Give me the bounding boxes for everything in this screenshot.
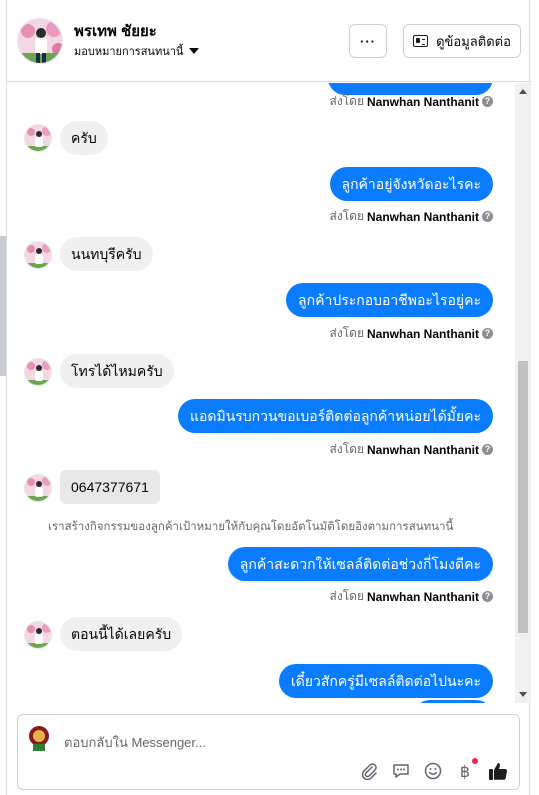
help-icon[interactable]: ? (482, 211, 493, 222)
saved-replies-icon[interactable] (390, 760, 412, 782)
sent-by-label: ส่งโดย Nanwhan Nanthanit ? (330, 440, 493, 459)
sent-by-label: ส่งโดย Nanwhan Nanthanit ? (330, 587, 493, 606)
attachment-icon[interactable] (358, 760, 380, 782)
scroll-down-arrow-icon[interactable] (519, 692, 527, 697)
baht-symbol: ฿ (459, 761, 471, 781)
message-scrollbar[interactable] (515, 83, 531, 703)
view-contact-label: ดูข้อมูลติดต่อ (436, 33, 511, 49)
scrollbar-thumb[interactable] (518, 361, 528, 633)
reply-composer[interactable]: ตอบกลับใน Messenger... ฿ (17, 714, 520, 790)
notification-dot (472, 758, 478, 764)
contact-avatar-small (24, 621, 52, 649)
sent-by-prefix: ส่งโดย (329, 209, 364, 223)
outgoing-message[interactable]: ลูกค้าสะดวกให้เซลล์ติดต่อช่วงกี่โมงดีคะ (227, 547, 493, 581)
outgoing-message[interactable]: ลูกค้าอยู่จังหวัดอะไรคะ (329, 167, 493, 201)
thumbs-up-icon[interactable] (487, 760, 509, 782)
sent-by-label: ส่งโดย Nanwhan Nanthanit ? (330, 207, 493, 226)
sent-by-agent: Nanwhan Nanthanit (366, 326, 479, 341)
outgoing-message[interactable]: แอดมินรบกวนขอเบอร์ติดต่อลูกค้าหน่อยได้มั… (177, 399, 493, 433)
sent-by-prefix: ส่งโดย (329, 442, 364, 456)
contact-avatar-small (24, 241, 52, 269)
scroll-up-arrow-icon[interactable] (519, 89, 527, 94)
outgoing-message[interactable]: เดี๋ยวสักครู่มีเซลล์ติดต่อไปนะคะ (278, 664, 493, 698)
sent-by-agent: Nanwhan Nanthanit (366, 209, 479, 224)
sent-by-prefix: ส่งโดย (329, 589, 364, 603)
page-avatar (27, 724, 51, 752)
incoming-message[interactable]: ตอนนี้ได้เลยครับ (60, 617, 183, 651)
help-icon[interactable]: ? (482, 444, 493, 455)
help-icon[interactable]: ? (482, 328, 493, 339)
sent-by-agent: Nanwhan Nanthanit (366, 589, 479, 604)
view-contact-button[interactable]: ดูข้อมูลติดต่อ (403, 24, 521, 58)
conversation-header: พรเทพ ชัยยะ มอบหมายการสนทนานี้ ··· ดูข้อ… (7, 0, 531, 82)
payment-icon[interactable]: ฿ (454, 758, 478, 782)
contact-card-icon (413, 35, 429, 47)
reply-input[interactable]: ตอบกลับใน Messenger... (64, 732, 206, 753)
contact-avatar-small (24, 474, 52, 502)
caret-down-icon (189, 48, 200, 54)
sent-by-agent: Nanwhan Nanthanit (366, 94, 479, 109)
incoming-message-selected[interactable]: 0647377671 (60, 470, 160, 504)
help-icon[interactable]: ? (482, 591, 493, 602)
sent-by-prefix: ส่งโดย (329, 94, 364, 108)
incoming-message[interactable]: ครับ (60, 121, 108, 155)
sent-by-prefix: ส่งโดย (329, 326, 364, 340)
outgoing-message[interactable]: ลูกค้าประกอบอาชีพอะไรอยู่คะ (286, 283, 493, 317)
assign-conversation-dropdown[interactable]: มอบหมายการสนทนานี้ (74, 42, 200, 60)
contact-name[interactable]: พรเทพ ชัยยะ (74, 19, 157, 43)
contact-avatar-small (24, 358, 52, 386)
outgoing-message-partial[interactable] (413, 700, 493, 703)
sent-by-label: ส่งโดย Nanwhan Nanthanit ? (330, 92, 493, 111)
contact-avatar[interactable] (17, 18, 63, 64)
system-note: เราสร้างกิจกรรมของลูกค้าเป้าหมายให้กับคุ… (48, 521, 454, 533)
assign-label: มอบหมายการสนทนานี้ (74, 46, 184, 58)
contact-avatar-small (24, 124, 52, 152)
conversation-panel: พรเทพ ชัยยะ มอบหมายการสนทนานี้ ··· ดูข้อ… (6, 0, 531, 795)
help-icon[interactable]: ? (482, 96, 493, 107)
sent-by-label: ส่งโดย Nanwhan Nanthanit ? (330, 324, 493, 343)
sent-by-agent: Nanwhan Nanthanit (366, 442, 479, 457)
emoji-icon[interactable] (422, 760, 444, 782)
incoming-message[interactable]: นนทบุรีครับ (60, 237, 153, 271)
message-list: ส่งโดย Nanwhan Nanthanit ? ครับ ลูกค้าอย… (7, 83, 531, 703)
more-options-button[interactable]: ··· (349, 24, 387, 58)
incoming-message[interactable]: โทรได้ไหมครับ (60, 354, 174, 388)
